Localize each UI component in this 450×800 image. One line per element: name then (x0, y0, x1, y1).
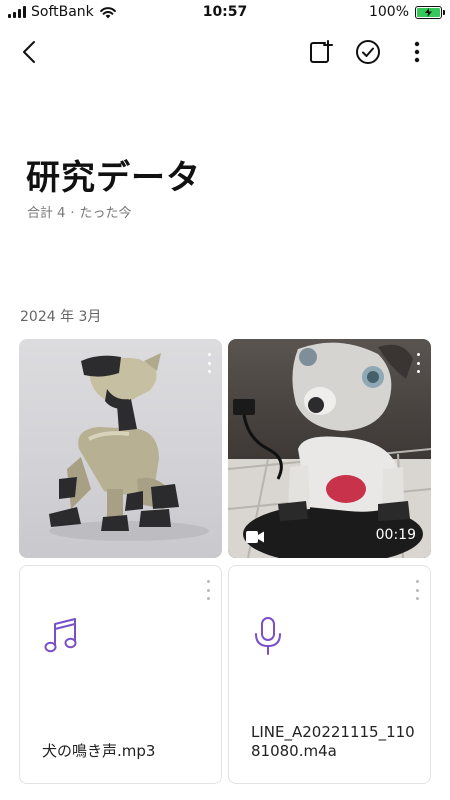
more-vertical-icon (414, 41, 420, 63)
item-count: 合計 4 (27, 206, 66, 221)
top-bar (0, 30, 450, 74)
video-tile[interactable]: 00:19 (228, 339, 431, 558)
audio-file-tile[interactable]: 犬の鳴き声.mp3 (19, 565, 222, 784)
select-check-icon (356, 40, 380, 64)
photo-tile[interactable] (19, 339, 222, 558)
album-title: 研究データ (26, 158, 201, 198)
robot-dog-video-thumbnail (228, 342, 431, 558)
select-button[interactable] (352, 36, 384, 68)
battery-fill (417, 7, 440, 17)
status-right: 100% (368, 4, 445, 20)
meta-separator: · (70, 206, 75, 221)
voice-file-tile[interactable]: LINE_A20221115_11081080.m4a (228, 565, 431, 784)
voice-more-button[interactable] (412, 580, 422, 600)
video-duration: 00:19 (375, 527, 416, 543)
add-to-album-icon (310, 40, 333, 63)
battery-percent: 100% (368, 4, 409, 20)
music-note-icon (44, 618, 77, 653)
section-date-header: 2024 年 3月 (20, 309, 102, 325)
updated-time: たった今 (79, 206, 132, 221)
charging-bolt-icon (425, 7, 432, 17)
back-button[interactable] (14, 36, 46, 68)
voice-file-name: LINE_A20221115_11081080.m4a (251, 723, 415, 760)
more-menu-button[interactable] (401, 36, 433, 68)
battery-icon (415, 5, 445, 19)
audio-file-name: 犬の鳴き声.mp3 (42, 742, 156, 760)
video-camera-icon (246, 531, 264, 543)
status-bar: SoftBank 10:57 100% (0, 0, 450, 26)
video-more-button[interactable] (413, 353, 423, 373)
album-meta: 合計 4 · たった今 (27, 202, 132, 221)
audio-more-button[interactable] (203, 580, 213, 600)
add-to-album-button[interactable] (305, 36, 337, 68)
back-icon (23, 41, 35, 63)
photo-more-button[interactable] (204, 353, 214, 373)
microphone-icon (255, 617, 281, 655)
robot-dog-photo (49, 353, 209, 541)
